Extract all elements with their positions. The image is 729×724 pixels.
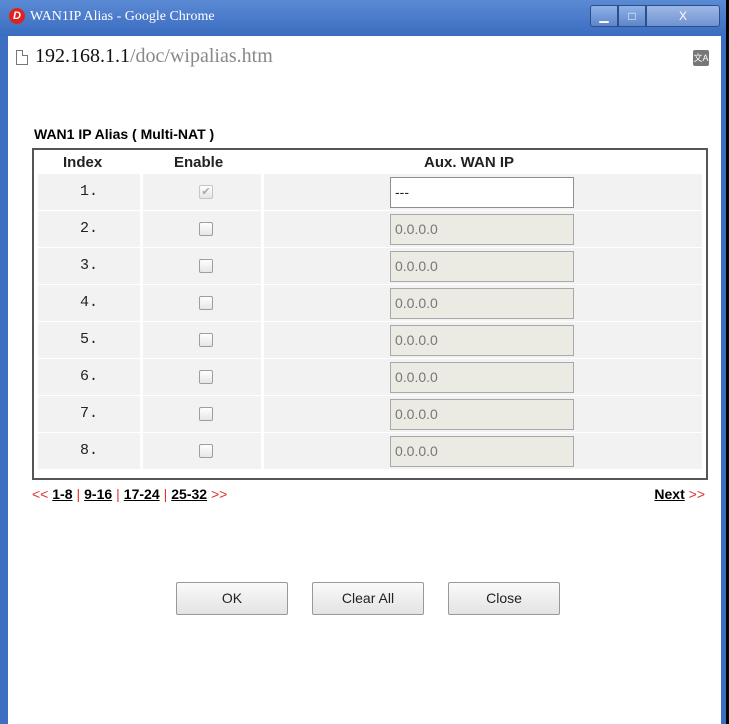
row-index: 1. [79, 183, 98, 200]
title-bar[interactable]: D WAN1IP Alias - Google Chrome ▁ □ X [0, 0, 729, 36]
translate-icon[interactable]: 文A [693, 50, 709, 66]
pager-separator: | [116, 486, 120, 502]
minimize-button[interactable]: ▁ [590, 5, 618, 27]
enable-checkbox[interactable] [199, 259, 213, 273]
url-host: 192.168.1.1 [35, 45, 130, 67]
aux-wan-ip-input[interactable]: --- [390, 177, 574, 208]
row-index: 8. [79, 442, 98, 459]
window-title: WAN1IP Alias - Google Chrome [30, 9, 215, 24]
pager-separator: | [76, 486, 81, 502]
row-index: 7. [79, 405, 98, 422]
table-row: 8. 0.0.0.0 [38, 433, 702, 469]
table-row: 5. 0.0.0.0 [38, 322, 702, 358]
page-icon [16, 50, 28, 65]
table-row: 7. 0.0.0.0 [38, 396, 702, 432]
aux-wan-ip-input[interactable]: 0.0.0.0 [390, 436, 574, 467]
aux-wan-ip-input[interactable]: 0.0.0.0 [390, 251, 574, 282]
aux-wan-ip-input[interactable]: 0.0.0.0 [390, 214, 574, 245]
page-link-17-24[interactable]: 17-24 [124, 486, 160, 502]
browser-window: D WAN1IP Alias - Google Chrome ▁ □ X 192… [0, 0, 729, 724]
alias-table: Index Enable Aux. WAN IP 1. ✔ --- 2. 0.0… [32, 148, 708, 480]
column-header-enable: Enable [174, 154, 224, 171]
table-row: 3. 0.0.0.0 [38, 248, 702, 284]
table-row: 6. 0.0.0.0 [38, 359, 702, 395]
row-index: 5. [79, 331, 98, 348]
aux-wan-ip-input[interactable]: 0.0.0.0 [390, 399, 574, 430]
close-button[interactable]: Close [448, 582, 560, 615]
clear-all-button[interactable]: Clear All [312, 582, 424, 615]
next-arrow[interactable]: >> [211, 486, 227, 502]
row-index: 2. [79, 220, 98, 237]
minimize-icon: ▁ [599, 9, 609, 23]
enable-checkbox[interactable]: ✔ [199, 185, 213, 199]
close-window-button[interactable]: X [646, 5, 720, 27]
enable-checkbox[interactable] [199, 333, 213, 347]
table-row: 1. ✔ --- [38, 174, 702, 210]
next-page: Next >> [654, 486, 705, 502]
enable-checkbox[interactable] [199, 370, 213, 384]
draytek-logo-icon: D [9, 8, 25, 24]
table-row: 2. 0.0.0.0 [38, 211, 702, 247]
enable-checkbox[interactable] [199, 407, 213, 421]
url-path: /doc/wipalias.htm [130, 45, 273, 67]
maximize-button[interactable]: □ [618, 5, 646, 27]
enable-checkbox[interactable] [199, 296, 213, 310]
url-text[interactable]: 192.168.1.1/doc/wipalias.htm [35, 45, 273, 68]
row-index: 6. [79, 368, 98, 385]
prev-arrow[interactable]: << [32, 486, 48, 502]
close-icon: X [678, 9, 687, 23]
enable-checkbox[interactable] [199, 222, 213, 236]
column-header-index: Index [63, 154, 103, 171]
window-frame-left [0, 36, 8, 724]
section-title: WAN1 IP Alias ( Multi-NAT ) [34, 126, 215, 142]
aux-wan-ip-input[interactable]: 0.0.0.0 [390, 325, 574, 356]
row-index: 3. [79, 257, 98, 274]
aux-wan-ip-input[interactable]: 0.0.0.0 [390, 362, 574, 393]
column-header-aux-wan-ip: Aux. WAN IP [424, 154, 515, 171]
enable-checkbox[interactable] [199, 444, 213, 458]
page-link-1-8[interactable]: 1-8 [52, 486, 72, 502]
next-link-arrow[interactable]: >> [689, 486, 705, 502]
address-bar[interactable]: 192.168.1.1/doc/wipalias.htm 文A [8, 36, 721, 83]
ok-button[interactable]: OK [176, 582, 288, 615]
aux-wan-ip-input[interactable]: 0.0.0.0 [390, 288, 574, 319]
page-link-9-16[interactable]: 9-16 [84, 486, 112, 502]
page-content: WAN1 IP Alias ( Multi-NAT ) Index Enable… [8, 82, 721, 724]
page-link-25-32[interactable]: 25-32 [171, 486, 207, 502]
table-row: 4. 0.0.0.0 [38, 285, 702, 321]
pager-separator: | [163, 486, 168, 502]
pager: << 1-8 | 9-16 | 17-24 | 25-32 >> [32, 486, 227, 502]
maximize-icon: □ [628, 9, 636, 23]
next-link[interactable]: Next [654, 486, 684, 502]
row-index: 4. [79, 294, 98, 311]
